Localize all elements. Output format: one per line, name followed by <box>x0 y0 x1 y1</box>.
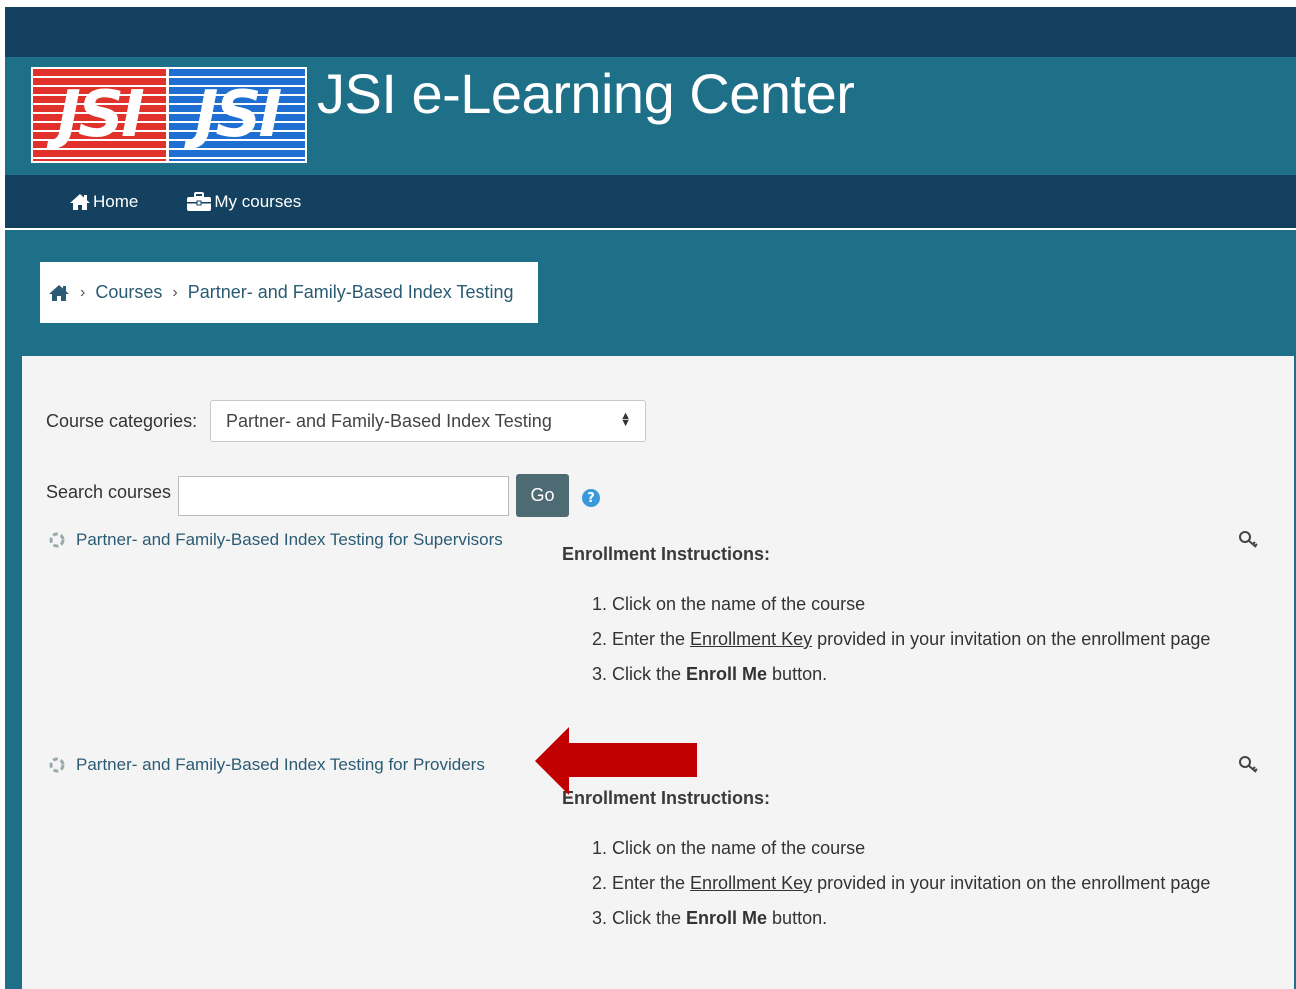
logo-text-left: JSI <box>57 78 145 152</box>
categories-select[interactable]: Partner- and Family-Based Index Testing … <box>210 400 646 442</box>
instruction-step: 2. Enter the Enrollment Key provided in … <box>592 873 1211 893</box>
course-link-supervisors[interactable]: Partner- and Family-Based Index Testing … <box>48 530 503 550</box>
enrollment-key-link[interactable]: Enrollment Key <box>690 629 812 649</box>
course-name: Partner- and Family-Based Index Testing … <box>76 530 503 549</box>
red-arrow-annotation <box>535 727 697 795</box>
breadcrumb: › Courses › Partner- and Family-Based In… <box>40 262 538 323</box>
course-icon <box>49 532 65 548</box>
instruction-step: 1. Click on the name of the course <box>592 838 866 858</box>
instructions-title: Enrollment Instructions: <box>562 544 771 564</box>
instruction-step: 3. Click the Enroll Me button. <box>592 908 828 928</box>
breadcrumb-courses[interactable]: Courses <box>95 282 162 303</box>
course-icon <box>49 757 65 773</box>
top-bar <box>5 7 1296 57</box>
nav-home[interactable]: Home <box>69 192 138 212</box>
instructions-list: 1. Click on the name of the course 2. En… <box>562 587 1242 692</box>
logo-blue-part: JSI <box>169 69 305 161</box>
jsi-logo[interactable]: JSI JSI <box>31 67 307 163</box>
enrollment-key-link[interactable]: Enrollment Key <box>690 873 812 893</box>
go-button[interactable]: Go <box>516 474 569 517</box>
categories-select-value: Partner- and Family-Based Index Testing <box>226 411 552 431</box>
main-nav: Home My courses <box>5 175 1296 228</box>
course-name: Partner- and Family-Based Index Testing … <box>76 755 485 774</box>
key-icon[interactable] <box>1238 755 1260 775</box>
site-title[interactable]: JSI e-Learning Center <box>317 61 855 126</box>
instruction-step: 1. Click on the name of the course <box>592 594 866 614</box>
nav-my-courses[interactable]: My courses <box>186 191 302 212</box>
chevron-right-icon: › <box>172 283 178 301</box>
enrollment-instructions: Enrollment Instructions: 1. Click on the… <box>562 544 1242 692</box>
select-caret-icon: ▲ ▼ <box>620 410 631 429</box>
site-header: JSI JSI JSI e-Learning Center <box>5 57 1296 175</box>
search-input[interactable] <box>178 476 509 516</box>
chevron-right-icon: › <box>80 283 86 301</box>
help-icon[interactable]: ? <box>582 489 600 507</box>
nav-my-courses-label: My courses <box>214 191 302 211</box>
course-link-providers[interactable]: Partner- and Family-Based Index Testing … <box>48 755 485 775</box>
home-icon[interactable] <box>48 284 70 302</box>
categories-label: Course categories: <box>46 411 198 431</box>
instructions-list: 1. Click on the name of the course 2. En… <box>562 831 1242 936</box>
instruction-step: 2. Enter the Enrollment Key provided in … <box>592 629 1211 649</box>
course-content: Course categories: Partner- and Family-B… <box>22 356 1294 989</box>
logo-text-right: JSI <box>194 78 283 152</box>
enrollment-instructions: Enrollment Instructions: 1. Click on the… <box>562 788 1242 936</box>
instruction-step: 3. Click the Enroll Me button. <box>592 664 828 684</box>
briefcase-icon <box>187 191 212 211</box>
home-icon <box>70 193 90 210</box>
breadcrumb-current[interactable]: Partner- and Family-Based Index Testing <box>188 282 514 303</box>
search-label: Search courses <box>46 482 172 502</box>
nav-home-label: Home <box>93 191 139 211</box>
logo-red-part: JSI <box>33 69 169 161</box>
